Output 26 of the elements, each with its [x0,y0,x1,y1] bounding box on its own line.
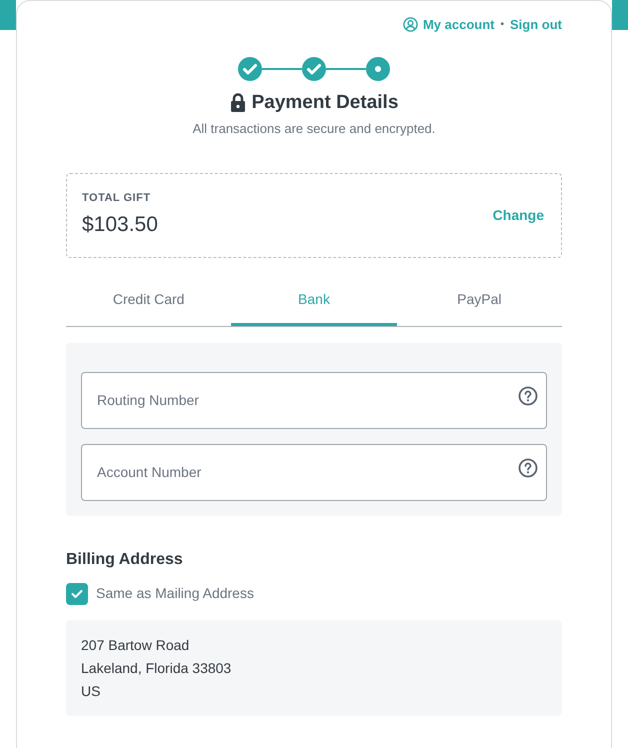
payment-tab[interactable]: PayPal [396,274,562,326]
my-account-link[interactable]: My account [402,15,494,34]
address-line: Lakeland, Florida 33803 [81,658,232,678]
payment-tab[interactable]: Credit Card [66,274,232,326]
change-link[interactable]: Change [492,204,544,226]
check-icon [71,588,83,598]
total-gift-label: TOTAL GIFT [82,191,152,206]
header-band [0,0,16,30]
header-band [612,0,628,30]
user-icon [402,17,418,32]
help-icon[interactable] [518,386,538,406]
input-field[interactable]: Routing Number [81,372,547,428]
page-title: Payment Details [252,90,398,114]
checkbox[interactable] [66,582,88,604]
lock-icon [230,92,246,113]
separator-dot: • [500,18,504,32]
address-line: 207 Bartow Road [81,636,190,654]
help-icon[interactable] [518,458,538,478]
address-line: US [81,682,102,700]
billing-heading: Billing Address [66,550,184,570]
total-gift-amount: $103.50 [82,212,158,238]
security-note: All transactions are secure and encrypted. [192,120,436,138]
sign-out-link[interactable]: Sign out [510,15,562,34]
checkbox-label: Same as Mailing Address [96,584,254,603]
payment-tab[interactable]: Bank [231,274,397,326]
input-field[interactable]: Account Number [81,444,547,500]
